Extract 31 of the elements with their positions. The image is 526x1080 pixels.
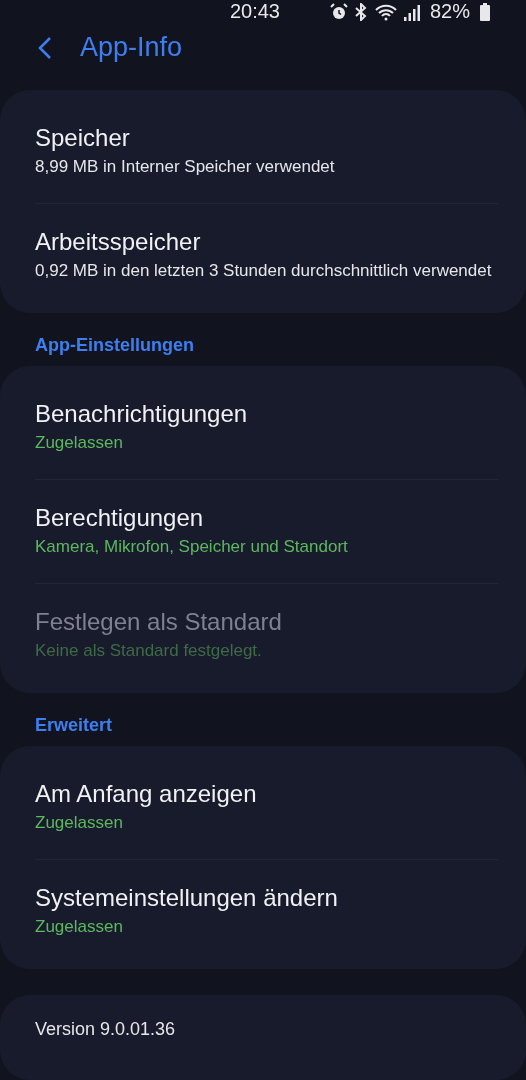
- page-title: App-Info: [80, 32, 183, 64]
- status-time: 20:43: [229, 0, 280, 23]
- settings-item[interactable]: Benachrichtigungen Zugelassen: [35, 372, 498, 480]
- item-title: Speicher: [35, 124, 131, 153]
- settings-item[interactable]: Berechtigungen Kamera, Mikrofon, Speicher und Standort: [35, 479, 498, 584]
- settings-item[interactable]: Speicher 8,99 MB in Interner Speicher verwendet: [35, 96, 498, 204]
- item-title: Arbeitsspeicher: [35, 228, 202, 257]
- section-heading: App-Einstellungen: [34, 334, 195, 358]
- battery-percent: 82%: [429, 0, 470, 23]
- battery-icon: [480, 2, 490, 21]
- item-subtitle: 0,92 MB in den letzten 3 Stunden durchschnittlich verwendet: [35, 260, 493, 283]
- settings-item[interactable]: Am Anfang anzeigen Zugelassen: [35, 752, 498, 860]
- section-heading: Erweitert: [34, 714, 114, 738]
- wifi-icon: [373, 2, 398, 21]
- item-title: Benachrichtigungen: [35, 400, 249, 429]
- back-icon: [38, 35, 52, 60]
- bluetooth-icon: [353, 2, 368, 21]
- item-subtitle: Zugelassen: [35, 812, 124, 835]
- item-title: Systemeinstellungen ändern: [35, 884, 339, 913]
- settings-item[interactable]: Systemeinstellungen ändern Zugelassen: [35, 859, 498, 963]
- item-subtitle: Zugelassen: [35, 916, 124, 939]
- item-title: Am Anfang anzeigen: [35, 780, 258, 809]
- signal-icon: [403, 2, 420, 21]
- item-subtitle: Keine als Standard festgelegt.: [35, 640, 263, 663]
- item-title: Berechtigungen: [35, 504, 205, 533]
- item-title: Festlegen als Standard: [35, 608, 283, 637]
- settings-item[interactable]: Arbeitsspeicher 0,92 MB in den letzten 3 Stunden durchschnittlich verwendet: [35, 203, 498, 308]
- version-text: Version 9.0.01.36: [35, 1019, 177, 1040]
- item-subtitle: Zugelassen: [35, 432, 124, 455]
- item-subtitle: Kamera, Mikrofon, Speicher und Standort: [35, 536, 349, 559]
- item-subtitle: 8,99 MB in Interner Speicher verwendet: [35, 156, 336, 179]
